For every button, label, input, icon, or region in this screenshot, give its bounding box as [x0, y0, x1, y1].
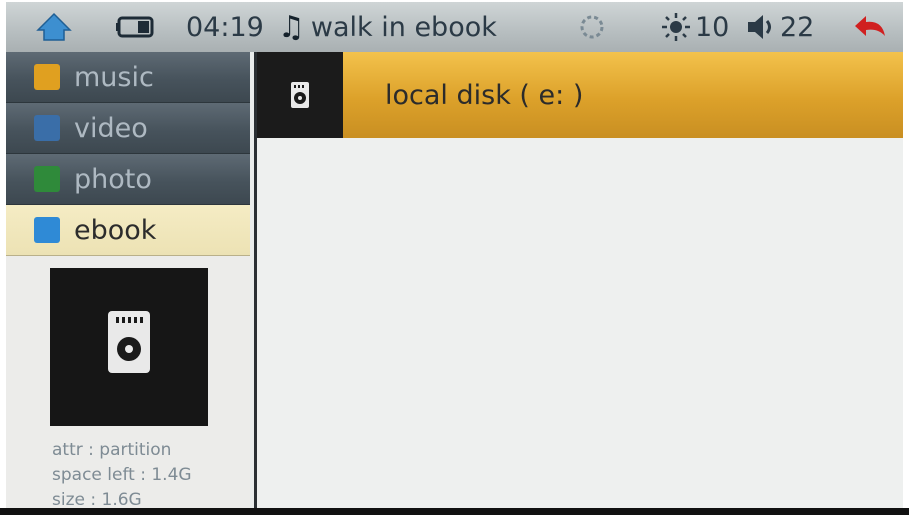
now-playing-label: ♫ walk in ebook: [278, 2, 497, 52]
sidebar: music video photo ebook attr: partition…: [6, 52, 250, 513]
sidebar-item-label: music: [74, 61, 154, 93]
info-space-left: space left : 1.4G: [52, 465, 192, 485]
disk-icon-box: [257, 52, 343, 138]
brightness-value: 10: [695, 11, 730, 43]
back-arrow-icon[interactable]: [852, 2, 888, 52]
volume-indicator[interactable]: 22: [746, 2, 814, 52]
book-icon: [34, 217, 60, 243]
file-list: local disk ( e: ): [254, 52, 903, 513]
sidebar-item-photo[interactable]: photo: [6, 154, 250, 205]
sidebar-item-label: photo: [74, 163, 152, 195]
info-attr: attr : partition: [52, 440, 172, 460]
speaker-icon: [748, 15, 771, 39]
disk-icon: [108, 311, 150, 373]
now-playing-text: walk in ebook: [310, 11, 497, 43]
brightness-indicator[interactable]: 10: [661, 2, 729, 52]
sidebar-item-video[interactable]: video: [6, 103, 250, 154]
sidebar-item-label: ebook: [74, 214, 157, 246]
list-item-label: local disk ( e: ): [385, 79, 584, 111]
battery-icon: [116, 2, 156, 52]
music-note-icon: ♫: [278, 9, 305, 45]
volume-value: 22: [780, 11, 815, 43]
bezel-edge: [0, 508, 909, 515]
device-screen: 04:19 ♫ walk in ebook 10 22 music video …: [6, 2, 903, 513]
hold-lock-icon: [578, 2, 606, 52]
item-preview: [50, 268, 208, 426]
film-icon: [34, 115, 60, 141]
info-size: size : 1.6G: [52, 490, 142, 510]
sun-icon: [662, 13, 690, 41]
sidebar-item-label: video: [74, 112, 148, 144]
clock: 04:19: [186, 11, 264, 43]
music-icon: [34, 64, 60, 90]
sidebar-item-ebook[interactable]: ebook: [6, 205, 250, 256]
status-bar: 04:19 ♫ walk in ebook 10 22: [6, 2, 903, 52]
disk-icon: [291, 82, 309, 108]
list-item-local-disk[interactable]: local disk ( e: ): [257, 52, 903, 138]
image-icon: [34, 166, 60, 192]
home-icon[interactable]: [36, 2, 72, 52]
sidebar-item-music[interactable]: music: [6, 52, 250, 103]
